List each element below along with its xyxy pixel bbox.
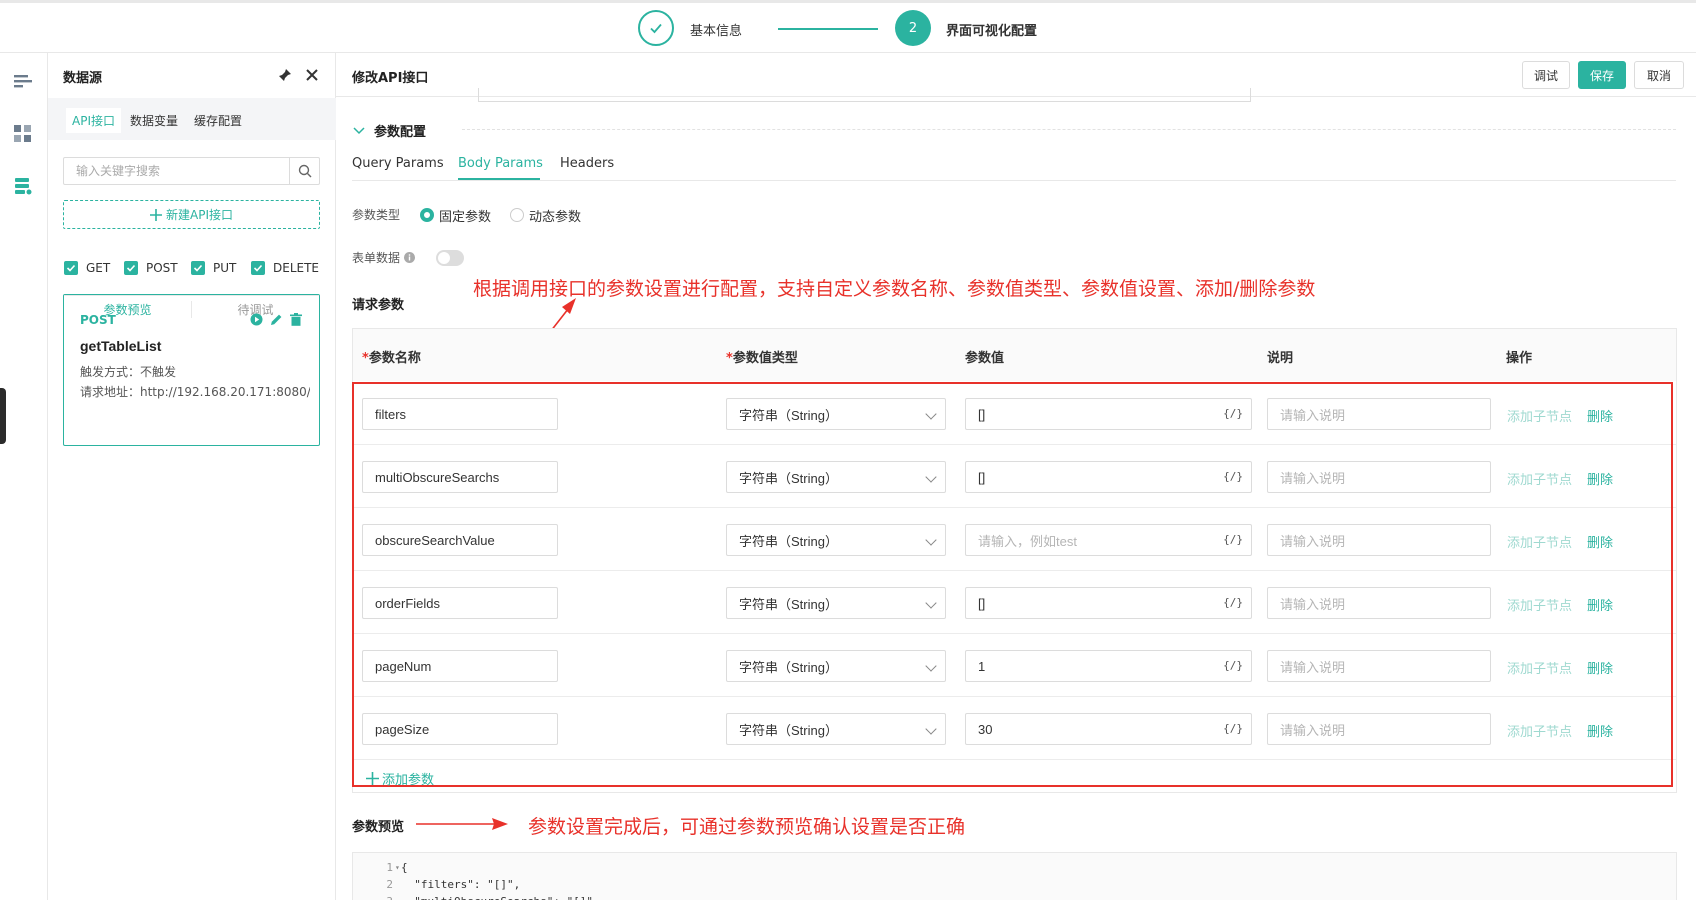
components-grid-icon[interactable]: [12, 123, 34, 145]
stepper-bar: 基本信息 2 界面可视化配置: [0, 0, 1696, 53]
step-2-number: 2: [895, 10, 931, 46]
tab-api[interactable]: API接口: [66, 108, 121, 133]
col-param-type: 参数值类型: [732, 351, 798, 366]
add-param-label: 添加参数: [382, 773, 435, 788]
description-textarea[interactable]: [478, 88, 1251, 102]
col-param-name: 参数名称: [368, 351, 421, 366]
plus-icon: [366, 772, 379, 785]
filter-put-label: PUT: [213, 261, 237, 275]
code-line: {: [401, 861, 408, 874]
filter-get-checkbox[interactable]: [64, 261, 78, 275]
code-line: "filters": "[]",: [401, 878, 521, 891]
section-title: 参数配置: [374, 125, 427, 140]
code-line-number: 3: [379, 893, 393, 900]
save-button[interactable]: 保存: [1578, 61, 1626, 89]
search-input[interactable]: [64, 158, 290, 184]
preview-annotation: 参数设置完成后，可通过参数预览确认设置是否正确: [528, 816, 966, 838]
filter-delete-label: DELETE: [273, 261, 320, 275]
col-description: 说明: [1267, 351, 1294, 366]
highlight-box: [352, 382, 1673, 787]
tab-body-params[interactable]: Body Params: [458, 156, 543, 171]
filter-get-label: GET: [86, 261, 111, 275]
fold-arrow-icon[interactable]: ▾: [395, 863, 400, 872]
main-title: 修改API接口: [352, 71, 429, 86]
filter-put-checkbox[interactable]: [191, 261, 205, 275]
new-api-label: 新建API接口: [166, 208, 233, 222]
pin-icon[interactable]: [278, 68, 292, 86]
datasource-icon[interactable]: [12, 175, 34, 197]
fixed-param-radio[interactable]: [420, 208, 434, 222]
step-done-check-icon: [638, 10, 674, 46]
search-icon[interactable]: [289, 158, 319, 184]
request-params-label: 请求参数: [352, 298, 405, 313]
debug-button[interactable]: 调试: [1522, 61, 1570, 89]
table-annotation: 根据调用接口的参数设置进行配置，支持自定义参数名称、参数值类型、参数值设置、添加…: [473, 278, 1316, 300]
table-header: [353, 329, 1676, 381]
api-url: 请求地址：http://192.168.20.171:8080/...: [80, 385, 310, 399]
step-1-label: 基本信息: [690, 24, 743, 39]
step-connector: [778, 28, 878, 30]
tab-headers[interactable]: Headers: [560, 156, 614, 171]
required-mark: *: [362, 351, 369, 366]
add-param-button[interactable]: 添加参数: [366, 769, 434, 788]
filter-delete-checkbox[interactable]: [251, 261, 265, 275]
left-rail: [0, 53, 48, 900]
tab-query-params[interactable]: Query Params: [352, 156, 444, 171]
tab-data-variables[interactable]: 数据变量: [130, 112, 178, 129]
dynamic-param-radio[interactable]: [510, 208, 524, 222]
api-name: getTableList: [80, 338, 162, 354]
col-actions: 操作: [1506, 351, 1533, 366]
run-icon[interactable]: [250, 313, 263, 330]
new-api-button[interactable]: 新建API接口: [63, 200, 320, 229]
plus-icon: [150, 208, 162, 221]
search-box: [63, 157, 320, 185]
filter-post-label: POST: [146, 261, 178, 275]
cancel-button[interactable]: 取消: [1634, 61, 1684, 89]
form-data-label: 表单数据: [352, 251, 401, 265]
api-trigger: 触发方式：不触发: [80, 365, 177, 379]
panel-title: 数据源: [63, 71, 103, 86]
outline-icon[interactable]: [12, 71, 34, 93]
required-mark: *: [726, 351, 733, 366]
param-type-label: 参数类型: [352, 208, 401, 222]
chevron-down-icon[interactable]: [353, 124, 365, 139]
edit-icon[interactable]: [270, 313, 283, 330]
preview-title: 参数预览: [352, 820, 405, 835]
step-2-label: 界面可视化配置: [946, 24, 1038, 39]
delete-icon[interactable]: [290, 313, 302, 330]
section-divider: [462, 129, 1676, 130]
subtabs-divider: [352, 180, 1676, 181]
col-param-value: 参数值: [965, 351, 1005, 366]
tab-cache-config[interactable]: 缓存配置: [194, 112, 242, 129]
active-tab-indicator: [458, 178, 540, 180]
api-card[interactable]: POST getTableList 触发方式：不触发 请求地址：http://1…: [63, 294, 320, 446]
collapse-handle[interactable]: [0, 388, 6, 444]
filter-post-checkbox[interactable]: [124, 261, 138, 275]
code-line-number: 1: [386, 861, 393, 874]
fixed-param-label: 固定参数: [439, 210, 492, 225]
code-line: "multiObscureSearchs": "[]",: [401, 893, 599, 900]
dynamic-param-label: 动态参数: [529, 210, 582, 225]
preview-arrow-icon: [416, 818, 508, 830]
info-icon: [404, 252, 415, 267]
close-icon[interactable]: [305, 68, 319, 86]
param-preview-code: 1 2 3 { "filters": "[]", "multiObscureSear…: [352, 852, 1677, 900]
form-data-toggle[interactable]: [436, 250, 464, 266]
code-line-number: 2: [386, 878, 393, 891]
api-method-badge: POST: [80, 313, 116, 327]
